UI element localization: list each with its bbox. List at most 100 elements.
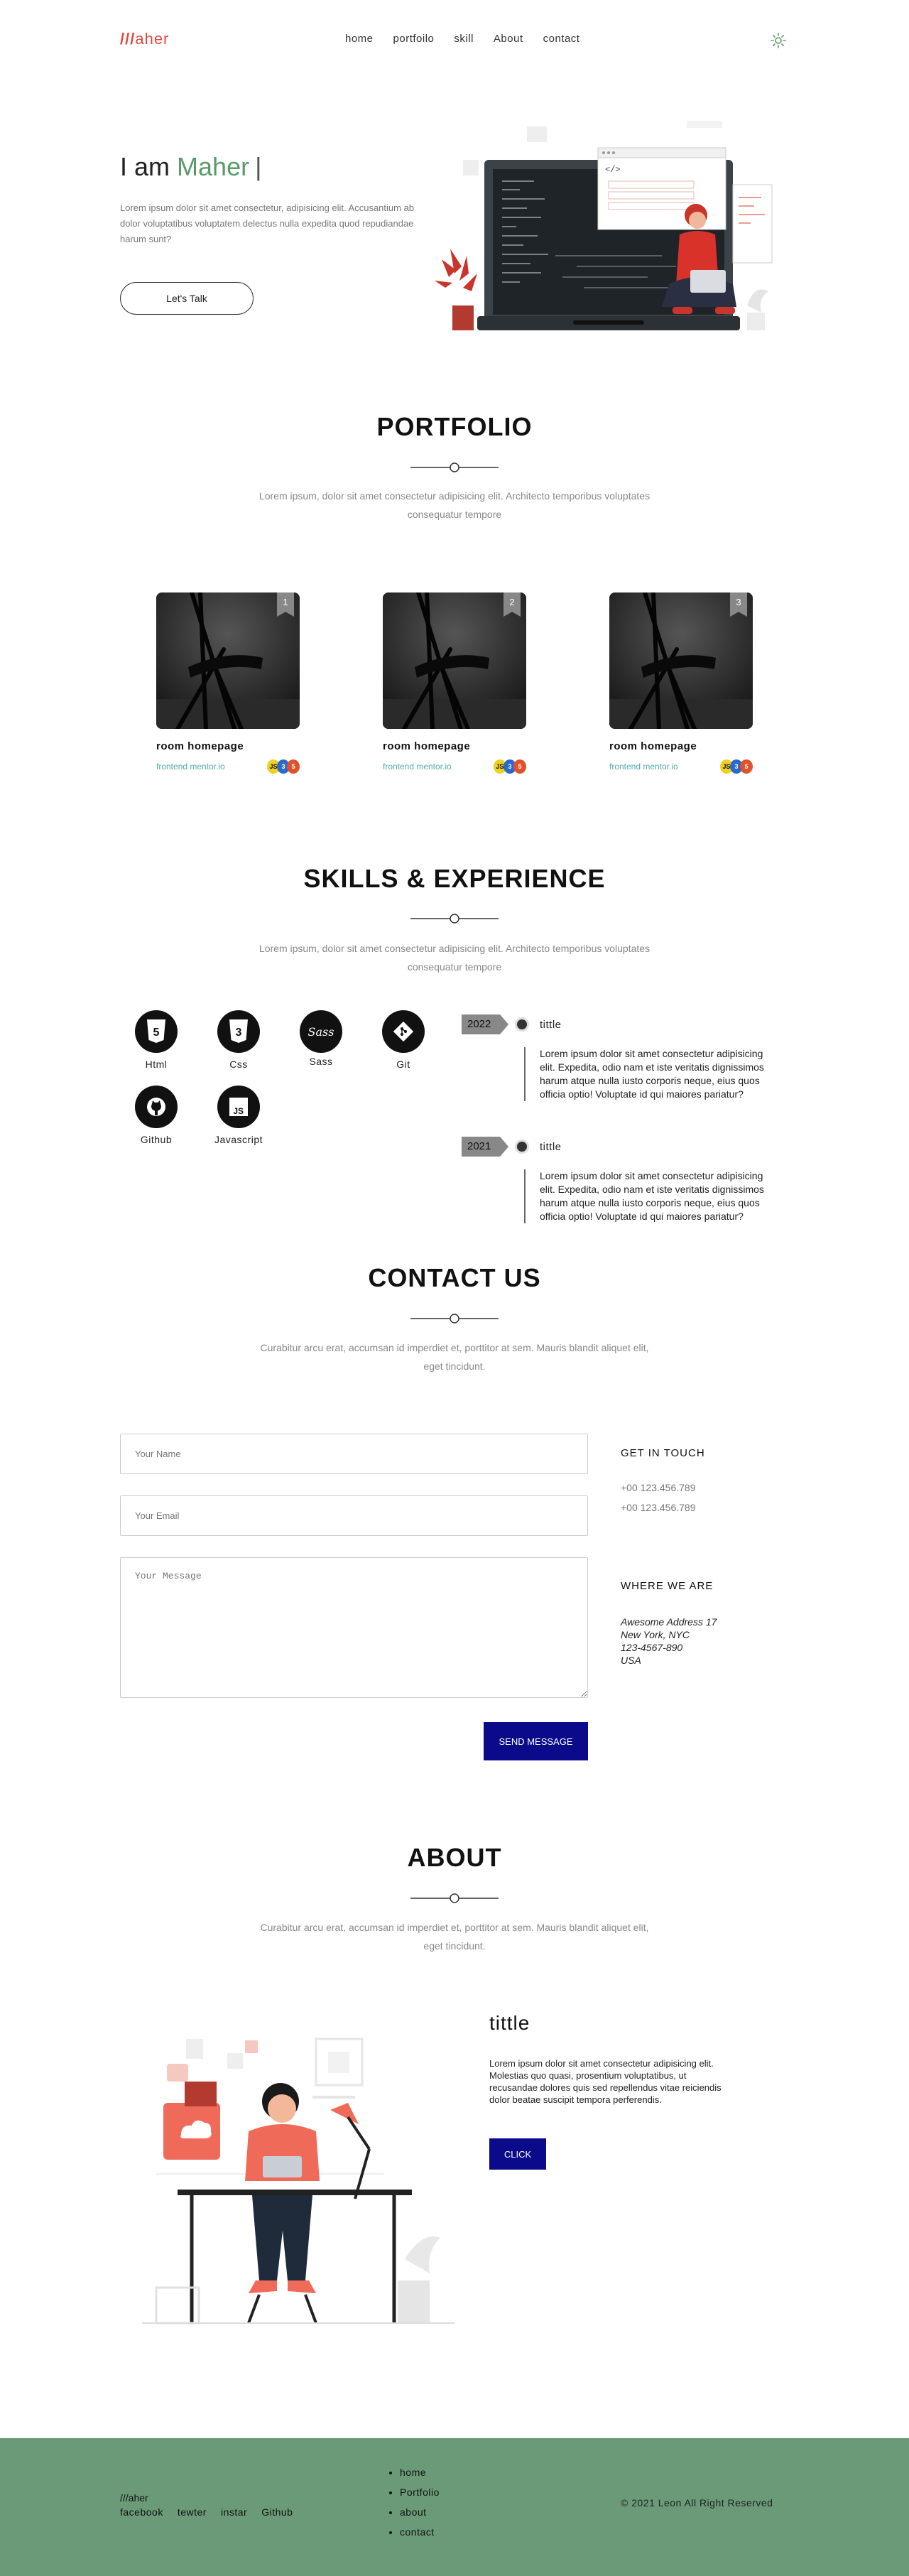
skills-subtitle: Lorem ipsum, dolor sit amet consectetur …	[258, 943, 651, 973]
footer-link-about[interactable]: about	[400, 2502, 440, 2522]
footer-nav: home Portfolio about contact	[390, 2462, 440, 2542]
project-thumbnail[interactable]: 3	[609, 592, 753, 729]
typing-caret: |	[255, 152, 262, 181]
skill-git: Git	[361, 1010, 446, 1070]
address-line: USA	[621, 1655, 641, 1666]
skills-divider-icon	[410, 914, 499, 924]
about-divider-icon	[410, 1893, 499, 1903]
about-description: Lorem ipsum dolor sit amet consectetur a…	[489, 2058, 722, 2105]
javascript-icon: JS	[217, 1086, 260, 1128]
skill-label: Git	[396, 1059, 410, 1070]
tech-badges: JS 3 5	[267, 759, 300, 774]
developer-illustration: </>	[435, 121, 773, 330]
skill-label: Github	[140, 1134, 173, 1145]
skill-html: 5 Html	[114, 1010, 199, 1070]
name-field[interactable]	[120, 1434, 588, 1474]
portfolio-title: PORTFOLIO	[376, 412, 533, 441]
about-title: ABOUT	[407, 1843, 502, 1872]
project-title[interactable]: room homepage	[609, 740, 753, 752]
about-illustration	[142, 2037, 454, 2325]
skill-sass: Sass Sass	[278, 1010, 364, 1067]
address-line: 123-4567-890	[621, 1642, 683, 1653]
address-line: Awesome Address 17	[621, 1616, 717, 1628]
hero-greeting: I am	[120, 152, 170, 181]
about-subtitle: Curabitur arcu erat, accumsan id imperdi…	[260, 1922, 649, 1952]
get-in-touch-heading: GET IN TOUCH	[621, 1447, 705, 1459]
portfolio-card-3[interactable]: 3 room homepage frontend mentor.io JS 3 …	[609, 592, 753, 774]
logo-text: aher	[135, 30, 170, 48]
portfolio-subtitle: Lorem ipsum, dolor sit amet consectetur …	[258, 490, 651, 520]
send-message-button[interactable]: SEND MESSAGE	[484, 1722, 588, 1760]
footer-link-portfolio[interactable]: Portfolio	[400, 2482, 440, 2502]
year-badge: 2022	[462, 1014, 508, 1034]
project-site-link[interactable]: frontend mentor.io	[383, 762, 452, 772]
skill-label: Html	[145, 1059, 168, 1070]
sass-icon: Sass	[300, 1010, 342, 1053]
portfolio-divider-icon	[410, 462, 499, 472]
nav-link-portfolio[interactable]: portfoilo	[393, 33, 435, 45]
portfolio-card-2[interactable]: 2 room homepage frontend mentor.io JS 3 …	[383, 592, 526, 774]
svg-text:3: 3	[236, 1027, 242, 1039]
skill-label: Sass	[309, 1056, 333, 1067]
experience-title: tittle	[540, 1019, 562, 1031]
phone-number: +00 123.456.789	[621, 1502, 696, 1513]
hero-name: Maher	[177, 152, 250, 181]
html5-icon: 5	[740, 759, 753, 774]
footer-link-home[interactable]: home	[400, 2462, 440, 2482]
html5-icon: 5	[135, 1010, 178, 1053]
html5-icon: 5	[513, 759, 526, 774]
svg-text:</>: </>	[605, 165, 621, 175]
project-thumbnail[interactable]: 1	[156, 592, 300, 729]
facebook-link[interactable]: facebook	[120, 2506, 163, 2518]
footer-logo[interactable]: ///aher	[120, 2492, 148, 2504]
hero-title: I am Maher |	[120, 152, 261, 182]
project-title[interactable]: room homepage	[383, 740, 526, 752]
portfolio-card-1[interactable]: 1 room homepage frontend mentor.io JS 3 …	[156, 592, 300, 774]
message-field[interactable]	[120, 1557, 588, 1698]
contact-subtitle: Curabitur arcu erat, accumsan id imperdi…	[260, 1342, 649, 1372]
about-heading: tittle	[489, 2012, 530, 2034]
main-nav: home portfoilo skill About contact	[345, 33, 599, 45]
site-logo[interactable]: ///aher	[120, 30, 169, 48]
lets-talk-button[interactable]: Let's Talk	[120, 282, 254, 315]
nav-link-about[interactable]: About	[494, 33, 523, 45]
tech-badges: JS 3 5	[720, 759, 753, 774]
github-icon	[135, 1086, 178, 1128]
click-button[interactable]: CLICK	[489, 2138, 546, 2170]
svg-text:Sass: Sass	[308, 1025, 334, 1039]
experience-description: Lorem ipsum dolor sit amet consectetur a…	[524, 1169, 780, 1223]
email-field[interactable]	[120, 1495, 588, 1536]
svg-text:5: 5	[153, 1027, 160, 1039]
year-badge: 2021	[462, 1137, 508, 1157]
contact-title: CONTACT US	[368, 1263, 541, 1292]
experience-description: Lorem ipsum dolor sit amet consectetur a…	[524, 1047, 780, 1101]
theme-toggle-sun-icon[interactable]	[771, 33, 786, 48]
html5-icon: 5	[287, 759, 300, 774]
project-site-link[interactable]: frontend mentor.io	[609, 762, 678, 772]
twitter-link[interactable]: tewter	[178, 2506, 207, 2518]
github-link[interactable]: Github	[261, 2506, 293, 2518]
experience-title: tittle	[540, 1141, 562, 1153]
git-icon	[382, 1010, 425, 1053]
nav-link-home[interactable]: home	[345, 33, 374, 45]
footer-social-links: facebook tewter instar Github	[120, 2506, 293, 2518]
skill-css: 3 Css	[196, 1010, 281, 1070]
contact-divider-icon	[410, 1314, 499, 1324]
svg-text:JS: JS	[233, 1106, 244, 1116]
instagram-link[interactable]: instar	[221, 2506, 247, 2518]
skills-title: SKILLS & EXPERIENCE	[303, 864, 606, 893]
timeline-dot	[515, 1140, 529, 1154]
where-we-are-heading: WHERE WE ARE	[621, 1580, 714, 1592]
phone-number: +00 123.456.789	[621, 1482, 696, 1493]
css3-icon: 3	[217, 1010, 260, 1053]
skill-label: Css	[229, 1059, 248, 1070]
project-site-link[interactable]: frontend mentor.io	[156, 762, 225, 772]
nav-link-skill[interactable]: skill	[454, 33, 474, 45]
tech-badges: JS 3 5	[494, 759, 526, 774]
nav-link-contact[interactable]: contact	[543, 33, 580, 45]
skill-label: Javascript	[214, 1134, 263, 1145]
footer-link-contact[interactable]: contact	[400, 2522, 440, 2542]
address-line: New York, NYC	[621, 1629, 690, 1640]
project-thumbnail[interactable]: 2	[383, 592, 526, 729]
project-title[interactable]: room homepage	[156, 740, 300, 752]
